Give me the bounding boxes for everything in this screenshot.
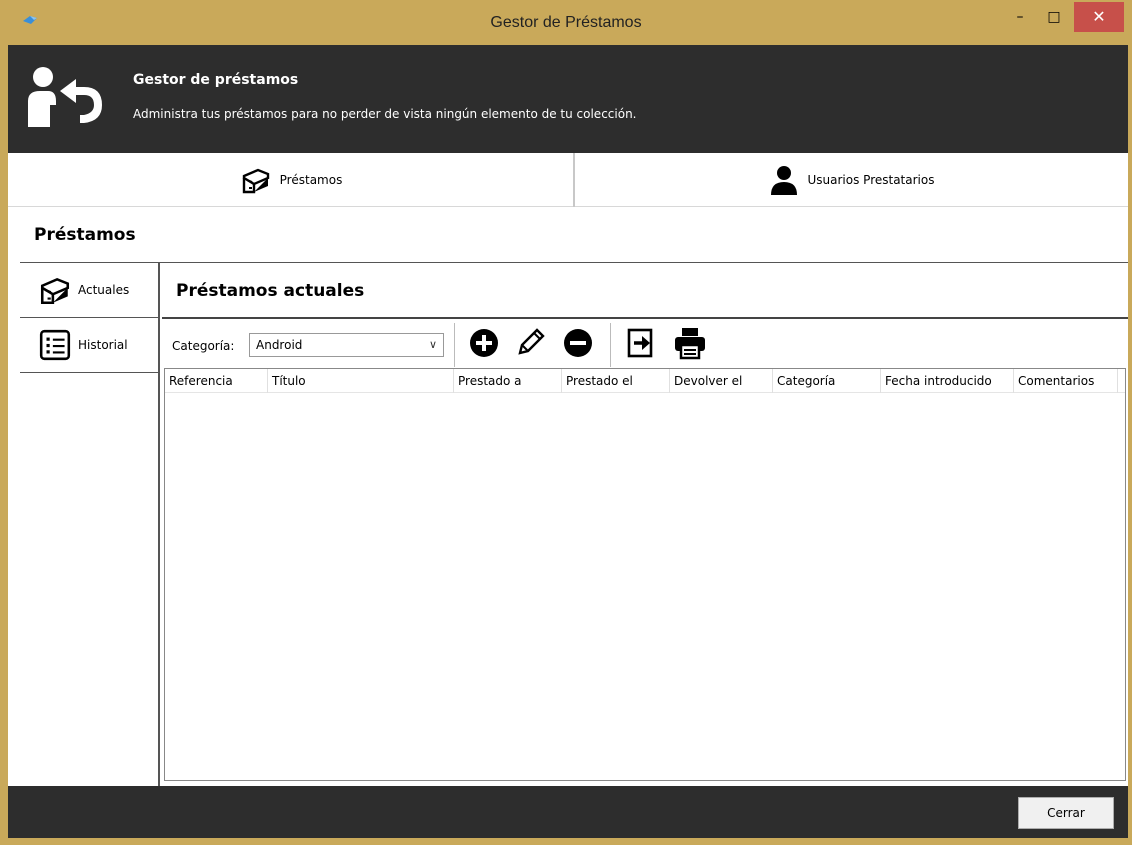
toolbar: Categoría: Android ∨: [162, 319, 1128, 369]
header-title: Gestor de préstamos: [133, 72, 299, 88]
column-header-fecha-introducido[interactable]: Fecha introducido: [881, 369, 1014, 393]
section-divider: [20, 262, 1128, 263]
panel-title: Préstamos actuales: [176, 281, 365, 301]
column-header-categoria[interactable]: Categoría: [773, 369, 881, 393]
tab-usuarios-label: Usuarios Prestatarios: [807, 173, 935, 187]
category-label: Categoría:: [172, 339, 235, 353]
sidebar: Actuales Historial: [20, 263, 160, 786]
toolbar-separator: [454, 323, 455, 367]
title-bar[interactable]: Gestor de Préstamos – □ ✕: [0, 0, 1132, 45]
minimize-button[interactable]: –: [1006, 2, 1034, 32]
sidebar-item-label: Actuales: [78, 283, 130, 297]
header-subtitle: Administra tus préstamos para no perder …: [133, 107, 637, 121]
client-area: Gestor de préstamos Administra tus prést…: [8, 45, 1128, 838]
print-icon[interactable]: [672, 325, 708, 361]
column-header-comentarios[interactable]: Comentarios: [1014, 369, 1118, 393]
close-button[interactable]: Cerrar: [1018, 797, 1114, 829]
list-icon: [39, 329, 71, 361]
chevron-down-icon: ∨: [428, 338, 437, 351]
edit-icon[interactable]: [512, 325, 548, 361]
return-icon[interactable]: [624, 325, 660, 361]
column-header-devolver-el[interactable]: Devolver el: [670, 369, 773, 393]
box-icon: [242, 168, 269, 194]
tab-prestamos[interactable]: Préstamos: [8, 153, 575, 207]
column-header-prestado-el[interactable]: Prestado el: [562, 369, 670, 393]
column-header-referencia[interactable]: Referencia: [165, 369, 268, 393]
column-header-titulo[interactable]: Título: [268, 369, 454, 393]
add-icon[interactable]: [466, 325, 502, 361]
sidebar-item-label: Historial: [78, 338, 128, 352]
sidebar-item-historial[interactable]: Historial: [20, 318, 158, 373]
maximize-button[interactable]: □: [1040, 2, 1068, 32]
window-title: Gestor de Préstamos: [490, 14, 642, 31]
close-window-button[interactable]: ✕: [1074, 2, 1124, 32]
column-header-prestado-a[interactable]: Prestado a: [454, 369, 562, 393]
footer-bar: Cerrar: [8, 786, 1128, 838]
section-title: Préstamos: [34, 225, 136, 245]
lender-return-icon: [28, 67, 102, 127]
tab-prestamos-label: Préstamos: [279, 173, 343, 187]
user-icon: [770, 166, 797, 195]
tab-usuarios-prestatarios[interactable]: Usuarios Prestatarios: [574, 153, 1128, 207]
category-select[interactable]: Android ∨: [249, 333, 444, 357]
loans-table[interactable]: Referencia Título Prestado a Prestado el…: [164, 368, 1126, 781]
sidebar-item-actuales[interactable]: Actuales: [20, 263, 158, 318]
header-banner: Gestor de préstamos Administra tus prést…: [8, 45, 1128, 153]
window-frame: Gestor de Préstamos – □ ✕ Gestor de prés…: [0, 0, 1132, 845]
category-value: Android: [256, 338, 303, 352]
toolbar-separator: [610, 323, 611, 367]
box-icon: [40, 277, 70, 305]
main-tabs: Préstamos Usuarios Prestatarios: [8, 153, 1128, 207]
table-header: Referencia Título Prestado a Prestado el…: [165, 369, 1125, 393]
remove-icon[interactable]: [560, 325, 596, 361]
